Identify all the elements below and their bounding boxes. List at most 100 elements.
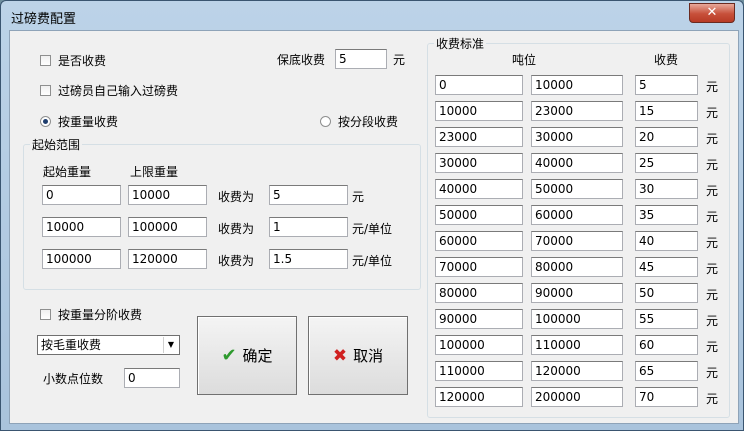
range-start-input[interactable]: 100000: [42, 249, 121, 269]
ton-to-input[interactable]: 90000: [531, 283, 623, 303]
range-upper-input[interactable]: 10000: [128, 185, 207, 205]
fee-input[interactable]: 30: [635, 179, 698, 199]
fee-unit: 元: [706, 262, 719, 276]
fee-input[interactable]: 40: [635, 231, 698, 251]
ton-from-input[interactable]: 80000: [435, 283, 523, 303]
weight-mode-select[interactable]: 按毛重收费 ▼: [37, 335, 180, 355]
ton-from-input[interactable]: 40000: [435, 179, 523, 199]
fee-standard-title: 收费标准: [434, 35, 487, 52]
manual-fee-label: 过磅员自己输入过磅费: [58, 84, 179, 98]
close-icon: ✕: [706, 5, 718, 20]
ton-from-input[interactable]: 110000: [435, 361, 523, 381]
ton-from-input[interactable]: 90000: [435, 309, 523, 329]
range-fee-input[interactable]: 5: [269, 185, 348, 205]
by-weight-radio[interactable]: [40, 116, 51, 127]
fee-unit: 元: [706, 366, 719, 380]
ton-to-input[interactable]: 80000: [531, 257, 623, 277]
min-fee-unit: 元: [393, 53, 406, 67]
check-icon: ✔: [221, 345, 237, 366]
ton-to-input[interactable]: 10000: [531, 75, 623, 95]
ton-to-input[interactable]: 100000: [531, 309, 623, 329]
fee-unit: 元: [706, 236, 719, 250]
ton-from-input[interactable]: 100000: [435, 335, 523, 355]
ton-header: 吨位: [512, 53, 537, 67]
ton-from-input[interactable]: 23000: [435, 127, 523, 147]
ton-from-input[interactable]: 60000: [435, 231, 523, 251]
fee-unit: 元: [706, 288, 719, 302]
ton-from-input[interactable]: 120000: [435, 387, 523, 407]
fee-input[interactable]: 60: [635, 335, 698, 355]
close-button[interactable]: ✕: [689, 3, 735, 23]
by-segment-label: 按分段收费: [338, 115, 399, 129]
by-segment-radio[interactable]: [320, 116, 331, 127]
range-upper-input[interactable]: 120000: [128, 249, 207, 269]
fee-label: 收费为: [218, 190, 255, 204]
charge-enabled-checkbox[interactable]: [40, 55, 51, 66]
decimal-input[interactable]: 0: [124, 368, 180, 388]
fee-header: 收费: [654, 53, 679, 67]
fee-unit: 元: [706, 106, 719, 120]
ton-from-input[interactable]: 30000: [435, 153, 523, 173]
ton-from-input[interactable]: 0: [435, 75, 523, 95]
fee-unit: 元: [706, 340, 719, 354]
fee-unit: 元: [706, 184, 719, 198]
decimal-label: 小数点位数: [43, 372, 104, 386]
ton-to-input[interactable]: 40000: [531, 153, 623, 173]
upper-weight-header: 上限重量: [130, 165, 179, 179]
cancel-label: 取消: [353, 347, 384, 365]
fee-input[interactable]: 5: [635, 75, 698, 95]
range-start-input[interactable]: 10000: [42, 217, 121, 237]
ton-to-input[interactable]: 70000: [531, 231, 623, 251]
ton-from-input[interactable]: 70000: [435, 257, 523, 277]
fee-unit: 元: [706, 314, 719, 328]
fee-unit: 元: [706, 132, 719, 146]
fee-input[interactable]: 25: [635, 153, 698, 173]
fee-input[interactable]: 45: [635, 257, 698, 277]
chevron-down-icon: ▼: [163, 337, 178, 353]
ton-to-input[interactable]: 50000: [531, 179, 623, 199]
range-fee-input[interactable]: 1.5: [269, 249, 348, 269]
charge-enabled-label: 是否收费: [58, 54, 107, 68]
min-fee-label: 保底收费: [277, 53, 326, 67]
ton-to-input[interactable]: 23000: [531, 101, 623, 121]
ton-to-input[interactable]: 60000: [531, 205, 623, 225]
manual-fee-checkbox[interactable]: [40, 85, 51, 96]
range-unit-label: 元/单位: [352, 222, 393, 236]
ton-to-input[interactable]: 200000: [531, 387, 623, 407]
tiered-checkbox[interactable]: [40, 309, 51, 320]
range-start-input[interactable]: 0: [42, 185, 121, 205]
fee-input[interactable]: 70: [635, 387, 698, 407]
fee-unit: 元: [706, 80, 719, 94]
start-weight-header: 起始重量: [43, 165, 92, 179]
title-bar[interactable]: 过磅费配置 ✕: [1, 1, 743, 31]
fee-unit: 元: [706, 158, 719, 172]
ok-button[interactable]: ✔ 确定: [197, 316, 297, 395]
ton-from-input[interactable]: 10000: [435, 101, 523, 121]
by-weight-label: 按重量收费: [58, 115, 119, 129]
ton-to-input[interactable]: 120000: [531, 361, 623, 381]
range-upper-input[interactable]: 100000: [128, 217, 207, 237]
range-fee-input[interactable]: 1: [269, 217, 348, 237]
range-group-title: 起始范围: [30, 136, 83, 153]
weight-mode-value: 按毛重收费: [41, 338, 102, 352]
fee-unit: 元: [706, 210, 719, 224]
window-title: 过磅费配置: [11, 12, 77, 27]
ton-to-input[interactable]: 110000: [531, 335, 623, 355]
fee-label: 收费为: [218, 222, 255, 236]
ton-from-input[interactable]: 50000: [435, 205, 523, 225]
cancel-button[interactable]: ✖ 取消: [308, 316, 408, 395]
range-unit-label: 元: [352, 190, 365, 204]
ok-label: 确定: [242, 347, 273, 365]
range-unit-label: 元/单位: [352, 254, 393, 268]
cross-icon: ✖: [332, 345, 348, 366]
min-fee-input[interactable]: 5: [335, 49, 387, 69]
fee-input[interactable]: 55: [635, 309, 698, 329]
fee-input[interactable]: 20: [635, 127, 698, 147]
fee-input[interactable]: 65: [635, 361, 698, 381]
fee-input[interactable]: 15: [635, 101, 698, 121]
ton-to-input[interactable]: 30000: [531, 127, 623, 147]
tiered-label: 按重量分阶收费: [58, 308, 143, 322]
fee-input[interactable]: 50: [635, 283, 698, 303]
fee-input[interactable]: 35: [635, 205, 698, 225]
fee-label: 收费为: [218, 254, 255, 268]
